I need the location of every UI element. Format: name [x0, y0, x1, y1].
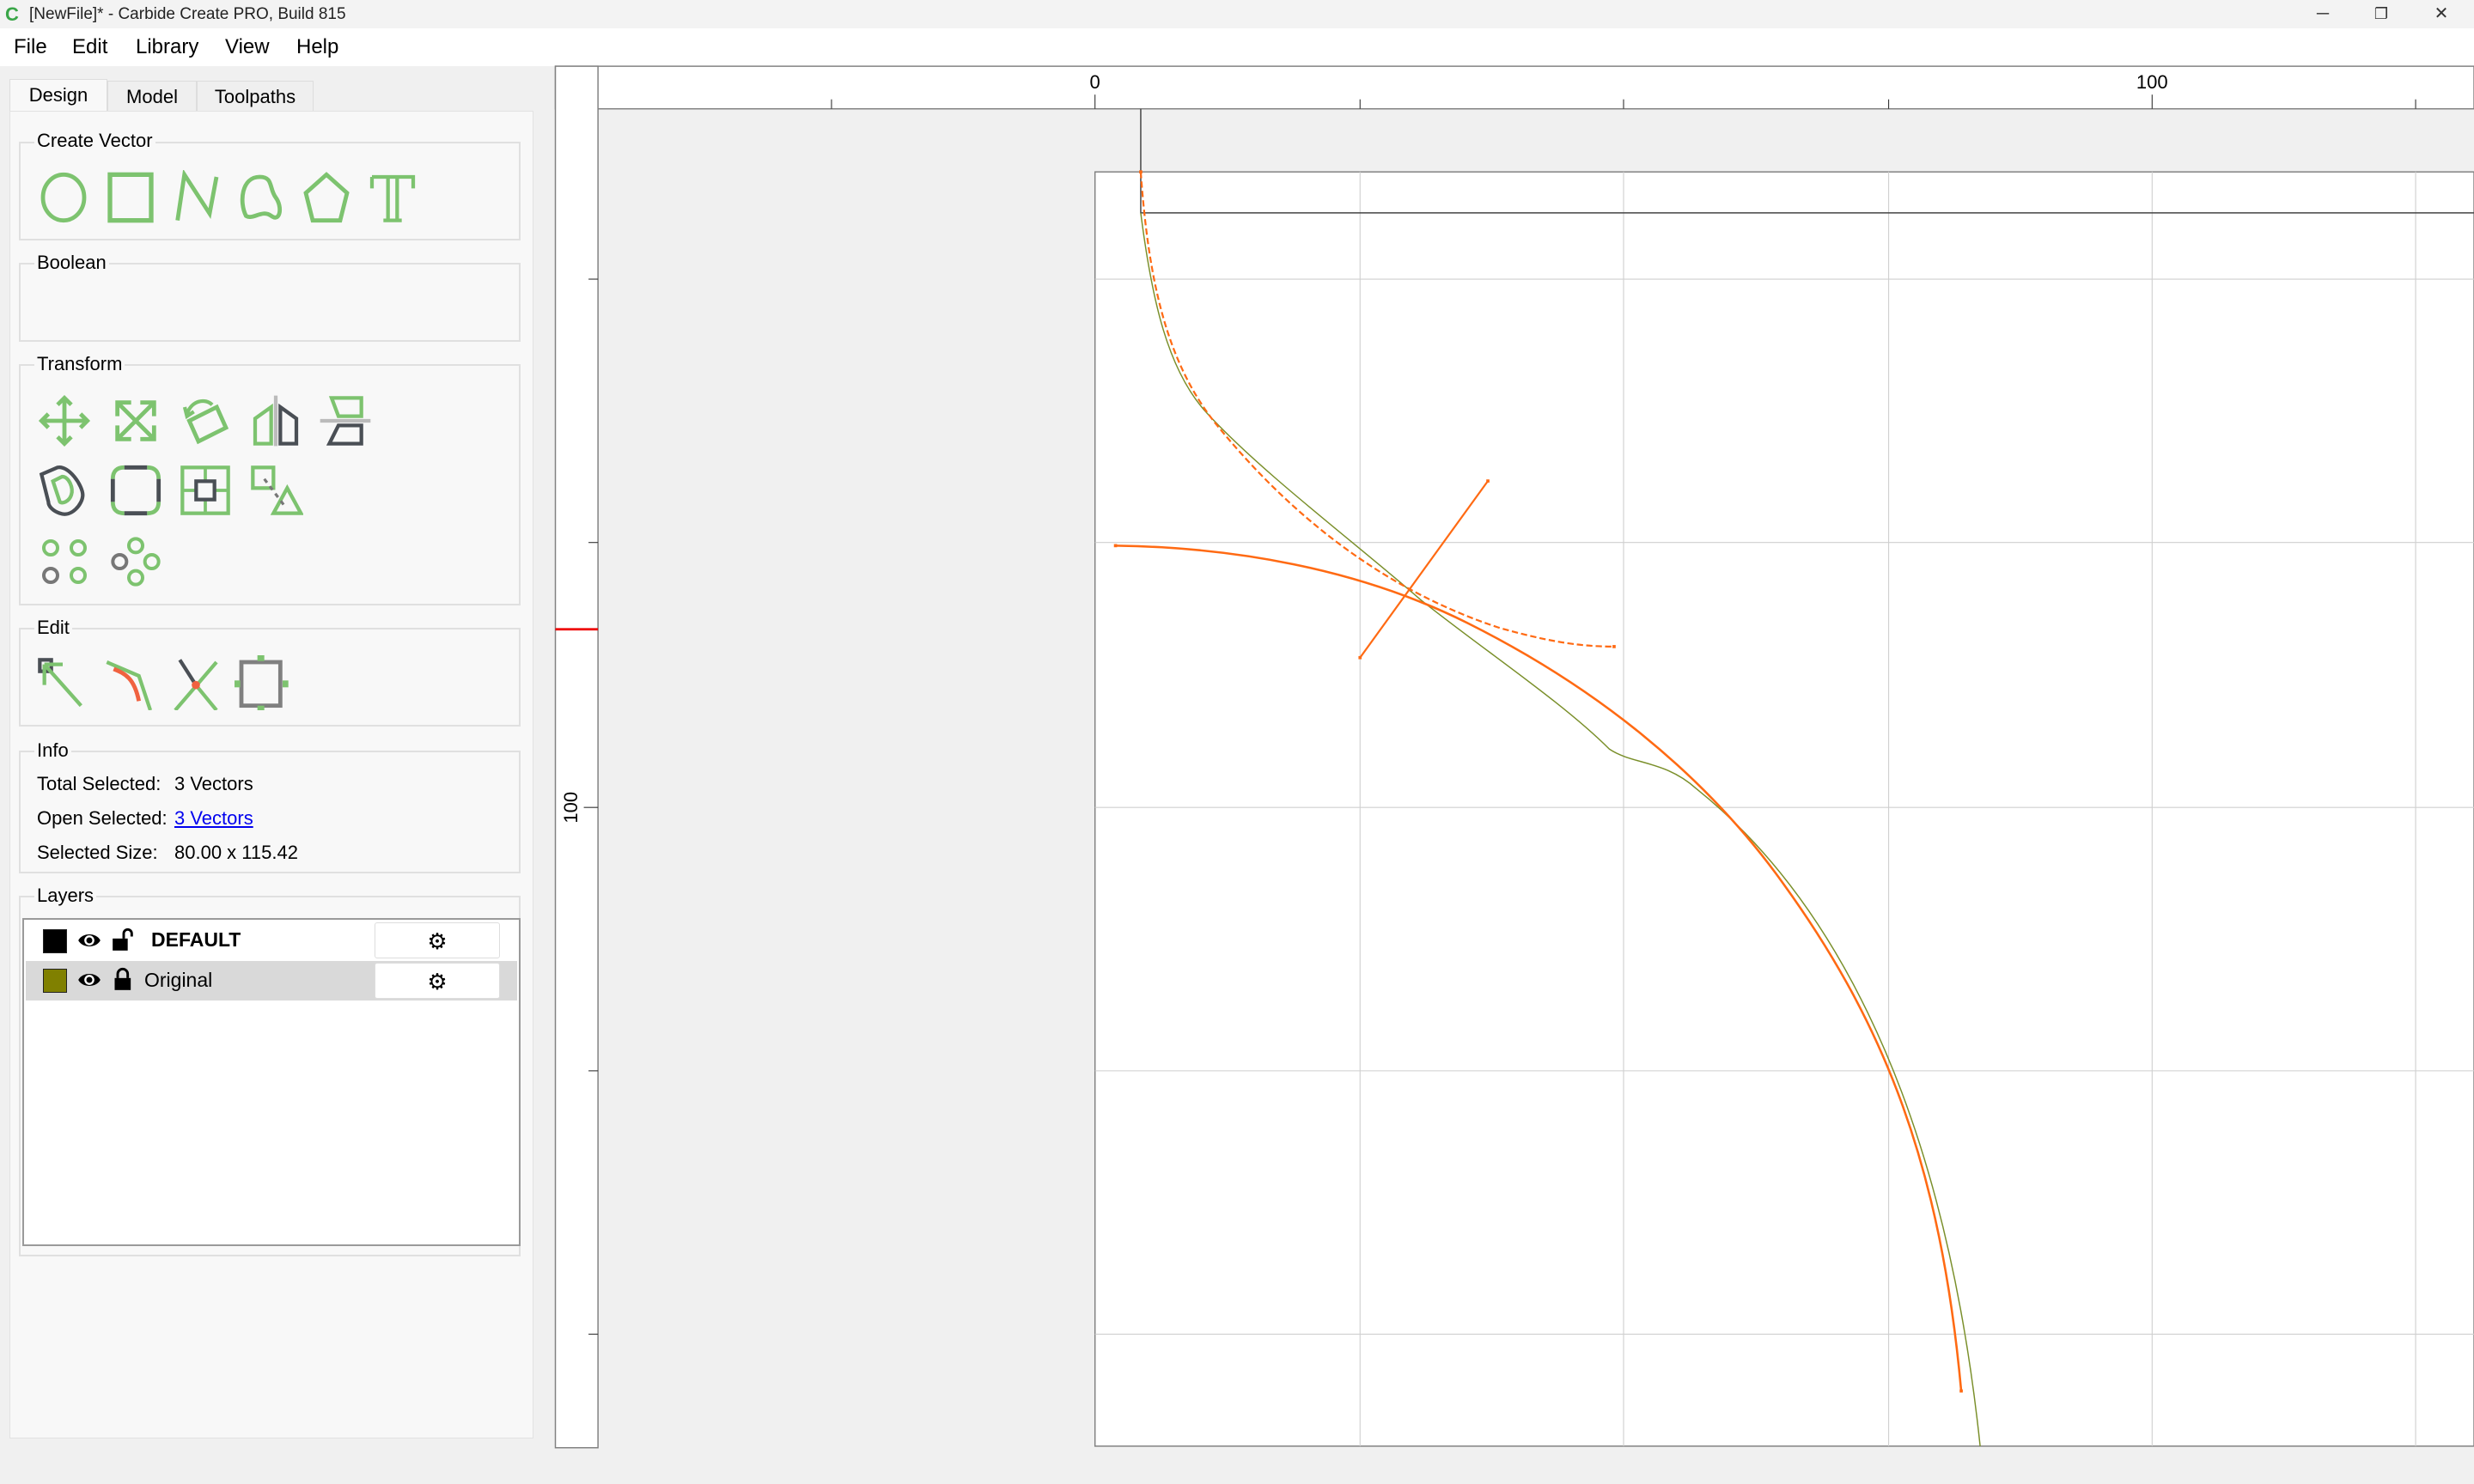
total-selected-label: Total Selected:: [37, 773, 161, 795]
layer-name: DEFAULT: [151, 928, 241, 952]
gear-icon: ⚙: [427, 969, 447, 994]
close-button[interactable]: ✕: [2416, 0, 2467, 28]
menu-help[interactable]: Help: [296, 28, 338, 66]
mirror-horizontal-icon[interactable]: [248, 393, 303, 448]
create-vector-label: Create Vector: [34, 131, 155, 151]
ruler-label-left-100: 100: [560, 792, 582, 824]
transform-label: Transform: [34, 354, 125, 374]
bounding-box-icon[interactable]: [235, 655, 289, 710]
polyline-icon[interactable]: [168, 170, 223, 225]
ruler-ticks: [584, 94, 2416, 1334]
layer-color-swatch[interactable]: [43, 969, 67, 993]
trim-icon[interactable]: [168, 655, 223, 710]
vector-endpoints: [1114, 170, 1963, 1392]
node-edit-icon[interactable]: [35, 655, 90, 710]
layers-label: Layers: [34, 885, 96, 906]
polygon-icon[interactable]: [299, 170, 354, 225]
ruler-label-100: 100: [2136, 71, 2168, 93]
layer-row-default[interactable]: DEFAULT ⚙: [26, 921, 517, 961]
stock-outline: [1141, 109, 2474, 213]
linear-array-icon[interactable]: [37, 534, 92, 589]
canvas-background: [556, 66, 2474, 1448]
top-ruler[interactable]: [556, 66, 2474, 109]
unlock-icon[interactable]: [112, 927, 136, 952]
selected-size-label: Selected Size:: [37, 842, 158, 864]
layers-list: DEFAULT ⚙ Original ⚙: [22, 918, 521, 1246]
gear-icon: ⚙: [427, 928, 447, 954]
menu-file[interactable]: File: [14, 28, 47, 66]
circular-array-icon[interactable]: [108, 534, 163, 589]
rectangle-icon[interactable]: [103, 170, 158, 225]
rotate-icon[interactable]: [178, 393, 233, 448]
boolean-label: Boolean: [34, 252, 109, 273]
app-logo-icon: C: [5, 0, 19, 28]
eye-icon[interactable]: [77, 968, 101, 992]
work-area: [1095, 172, 2474, 1446]
layer-row-original[interactable]: Original ⚙: [26, 961, 517, 1000]
total-selected-value: 3 Vectors: [174, 773, 253, 795]
layer-settings-button[interactable]: ⚙: [375, 922, 500, 958]
nest-icon[interactable]: [248, 463, 303, 518]
info-label: Info: [34, 740, 71, 761]
edit-label: Edit: [34, 617, 72, 638]
layer-name: Original: [144, 969, 212, 992]
circle-icon[interactable]: [36, 170, 91, 225]
move-icon[interactable]: [37, 393, 92, 448]
layer-settings-button[interactable]: ⚙: [375, 963, 500, 999]
menu-edit[interactable]: Edit: [72, 28, 107, 66]
left-ruler[interactable]: [556, 66, 599, 1448]
selected-vector-curve[interactable]: [1116, 545, 1961, 1390]
curve-icon[interactable]: [235, 170, 289, 225]
offset-icon[interactable]: [37, 463, 92, 518]
selected-size-value: 80.00 x 115.42: [174, 842, 298, 864]
smooth-icon[interactable]: [102, 655, 157, 710]
layer-color-swatch[interactable]: [43, 929, 67, 953]
lock-icon[interactable]: [112, 966, 136, 992]
open-selected-link[interactable]: 3 Vectors: [174, 807, 253, 830]
eye-icon[interactable]: [77, 928, 101, 952]
text-icon[interactable]: [365, 170, 420, 225]
menu-library[interactable]: Library: [136, 28, 198, 66]
minimize-button[interactable]: ─: [2297, 0, 2349, 28]
fillet-icon[interactable]: [108, 463, 163, 518]
scale-icon[interactable]: [108, 393, 163, 448]
boolean-group: [19, 263, 521, 342]
align-icon[interactable]: [178, 463, 233, 518]
grid-lines: [1095, 172, 2474, 1446]
selected-vector-line[interactable]: [1360, 481, 1488, 658]
tab-toolpaths[interactable]: Toolpaths: [197, 81, 314, 112]
restore-button[interactable]: ❐: [2355, 0, 2407, 28]
ruler-label-0: 0: [1090, 71, 1100, 93]
title-bar: C [NewFile]* - Carbide Create PRO, Build…: [0, 0, 2474, 28]
selected-vector-dashed[interactable]: [1141, 172, 1614, 647]
mirror-vertical-icon[interactable]: [318, 393, 373, 448]
open-selected-label: Open Selected:: [37, 807, 168, 830]
tab-model[interactable]: Model: [107, 81, 197, 112]
window-title: [NewFile]* - Carbide Create PRO, Build 8…: [29, 0, 346, 28]
menu-view[interactable]: View: [225, 28, 270, 66]
tab-design[interactable]: Design: [9, 79, 107, 111]
original-vector[interactable]: [1141, 213, 1980, 1446]
menu-bar: File Edit Library View Help: [0, 28, 2474, 66]
